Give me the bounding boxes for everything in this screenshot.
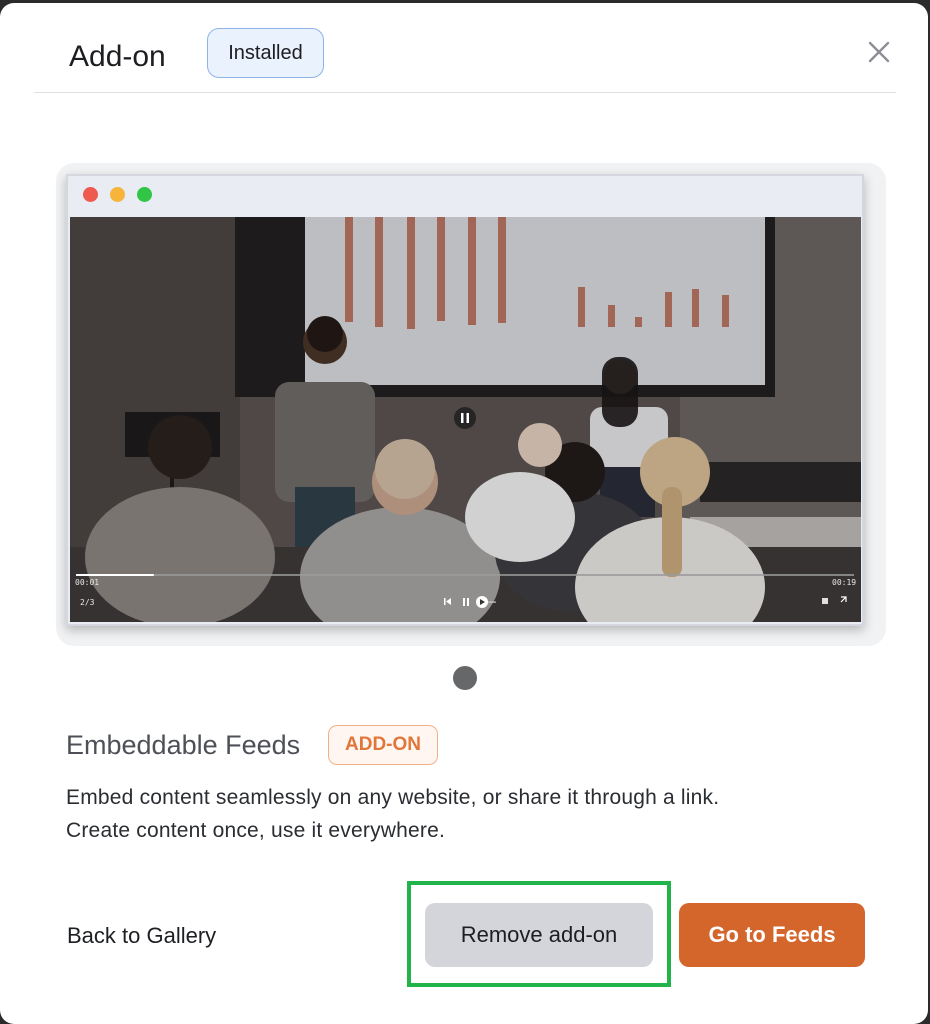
video-slide-counter: 2/3 <box>80 598 95 607</box>
go-to-feeds-button[interactable]: Go to Feeds <box>679 903 865 967</box>
addon-description: Embed content seamlessly on any website,… <box>66 786 720 842</box>
back-to-gallery-link[interactable]: Back to Gallery <box>67 921 216 951</box>
video-time-elapsed: 00:01 <box>75 578 100 587</box>
modal-title: Add-on <box>69 40 166 73</box>
addon-type-badge: ADD-ON <box>328 725 438 765</box>
window-close-dot <box>83 187 98 202</box>
installed-badge: Installed <box>207 28 324 78</box>
video-frame-image <box>70 217 861 622</box>
window-maximize-dot <box>137 187 152 202</box>
modal-header: Add-on Installed <box>34 3 896 93</box>
close-icon[interactable] <box>866 39 892 65</box>
addon-name: Embeddable Feeds <box>66 730 301 760</box>
video-time-total: 00:19 <box>832 578 857 587</box>
addon-modal: Add-on Installed 00:01 00:19 2/3 Embedda… <box>0 3 928 1024</box>
remove-addon-button[interactable]: Remove add-on <box>425 903 653 967</box>
video-player[interactable]: 00:01 00:19 2/3 <box>70 217 861 622</box>
window-minimize-dot <box>110 187 125 202</box>
browser-mockup: 00:01 00:19 2/3 <box>66 174 864 626</box>
carousel-dot[interactable] <box>453 666 477 690</box>
